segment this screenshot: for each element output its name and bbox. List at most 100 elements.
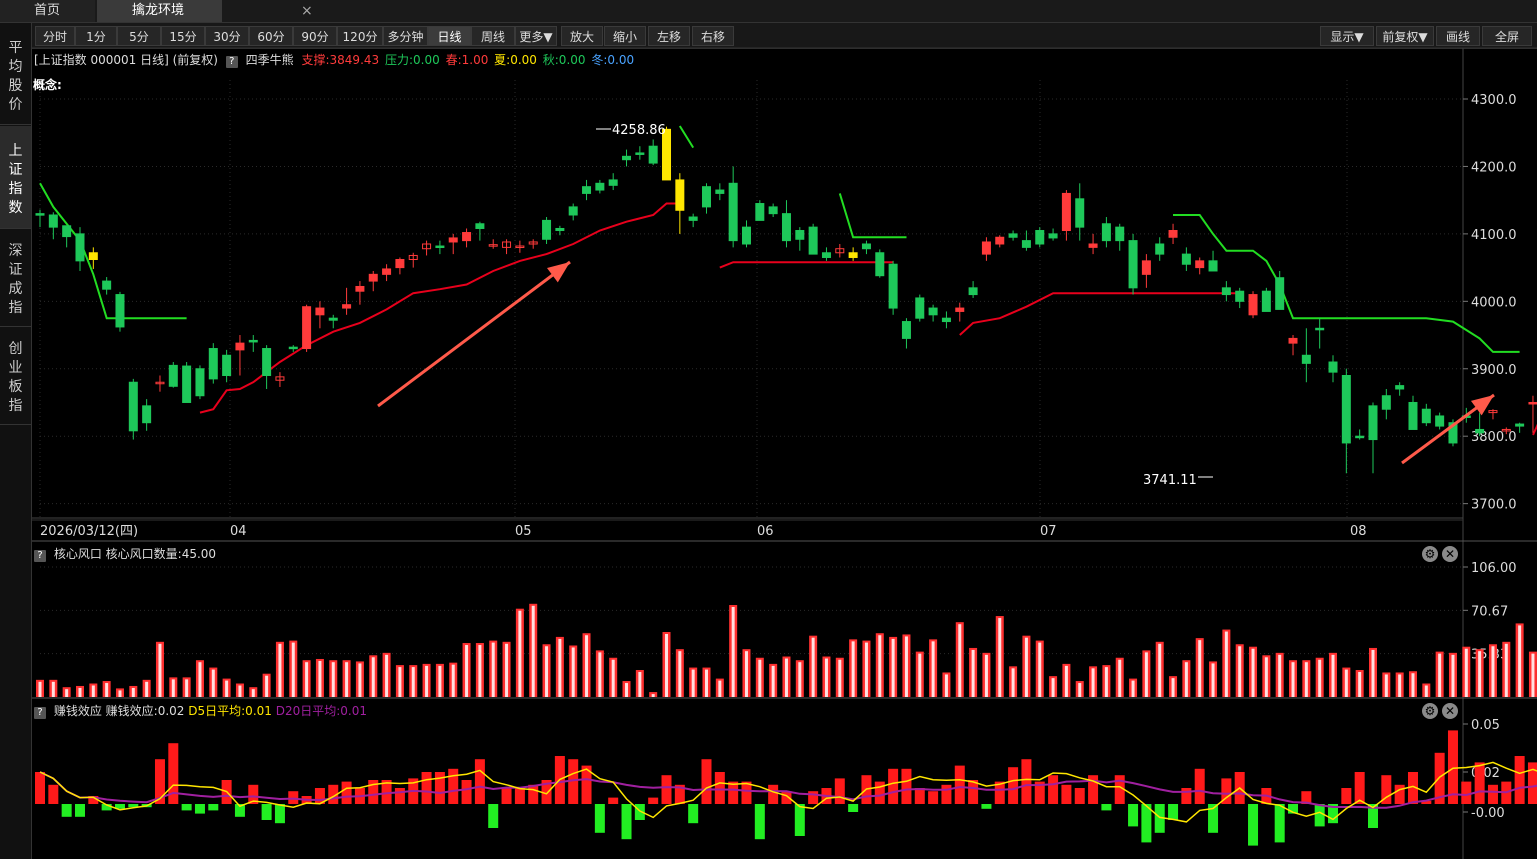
effect-bar <box>901 768 912 804</box>
candle-body <box>1208 260 1218 272</box>
candle-body <box>1315 327 1325 331</box>
effect-bar <box>261 804 272 820</box>
candle-body <box>1048 233 1058 239</box>
wind-bar-highlight <box>158 643 162 697</box>
effect-bar <box>808 791 819 804</box>
effect-bar <box>888 768 899 804</box>
wind-bar-highlight <box>1504 643 1508 697</box>
wind-bar-highlight <box>358 663 362 697</box>
wind-bar-highlight <box>451 664 455 697</box>
effect-bar <box>1248 804 1259 846</box>
wind-bar-highlight <box>651 694 655 697</box>
candle-body <box>1141 260 1151 275</box>
wind-bar-highlight <box>318 660 322 697</box>
candle-body <box>861 243 871 250</box>
effect-bar <box>1527 762 1537 804</box>
effect-bar <box>928 791 939 804</box>
effect-bar <box>701 759 712 804</box>
effect-bar <box>61 804 72 817</box>
effect-bar <box>208 804 219 811</box>
candle-body <box>1168 230 1178 238</box>
candle-body <box>222 354 232 377</box>
wind-bar-highlight <box>118 690 122 697</box>
candle-body <box>1181 253 1191 265</box>
candle-body <box>1515 423 1525 427</box>
wind-bar-highlight <box>1411 673 1415 697</box>
effect-bar <box>74 804 85 817</box>
effect-bar <box>914 788 925 804</box>
candle-body <box>755 203 765 221</box>
wind-bar-highlight <box>1304 662 1308 697</box>
wind-bar-highlight <box>478 645 482 697</box>
wind-bar-highlight <box>1451 654 1455 697</box>
candle-body <box>1155 243 1165 255</box>
candle-body <box>1341 375 1351 444</box>
wind-bar-highlight <box>1384 674 1388 697</box>
wind-bar-highlight <box>305 662 309 697</box>
candle-body <box>1115 226 1125 242</box>
low-annotation: 3741.11 <box>1143 473 1197 488</box>
high-annotation: 4258.86 <box>612 123 666 138</box>
wind-bar-highlight <box>904 636 908 697</box>
wind-bar-highlight <box>91 685 95 697</box>
wind-bar-highlight <box>1331 654 1335 697</box>
candle-body <box>1195 260 1205 269</box>
candle-body <box>35 213 45 216</box>
wind-bar-highlight <box>1238 646 1242 697</box>
wind-bar-highlight <box>891 638 895 697</box>
wind-bar-highlight <box>398 667 402 697</box>
effect-bar <box>501 788 512 804</box>
effect-bar <box>1074 788 1085 804</box>
candle-body <box>1021 240 1031 248</box>
y-tick-label: -0.00 <box>1471 806 1505 821</box>
candle-body <box>941 317 951 323</box>
wind-bar-highlight <box>625 683 629 697</box>
effect-bar <box>1128 804 1139 827</box>
x-tick-label: 04 <box>230 524 247 539</box>
wind-bar-highlight <box>918 653 922 697</box>
effect-bar <box>461 780 472 804</box>
candle-body <box>115 294 125 328</box>
wind-bar-highlight <box>425 665 429 697</box>
effect-bar <box>1447 730 1458 804</box>
x-tick-label: 08 <box>1350 524 1367 539</box>
wind-bar-highlight <box>171 679 175 697</box>
wind-bar-highlight <box>1078 683 1082 697</box>
candle-body <box>62 225 72 238</box>
wind-bar-highlight <box>1131 680 1135 697</box>
candle-body <box>622 155 632 161</box>
wind-bar-highlight <box>1144 652 1148 697</box>
candle-body <box>1355 435 1365 439</box>
candle-body <box>675 179 685 211</box>
wind-bar-highlight <box>1318 659 1322 697</box>
effect-bar <box>1487 784 1498 804</box>
wind-bar-highlight <box>438 665 442 697</box>
effect-bar <box>288 791 299 804</box>
effect-bar <box>421 772 432 804</box>
candle-body <box>1301 354 1311 364</box>
candle-body <box>1435 415 1445 427</box>
effect-bar <box>448 768 459 804</box>
wind-bar-highlight <box>1518 625 1522 697</box>
candle-body <box>1275 277 1285 310</box>
effect-bar <box>474 759 485 804</box>
effect-bar <box>1314 804 1325 827</box>
candle-body <box>75 233 85 262</box>
effect-bar <box>661 775 672 804</box>
candle-body <box>608 179 618 186</box>
candle-body <box>448 237 458 243</box>
candle-body <box>288 346 298 350</box>
wind-bar-highlight <box>851 641 855 697</box>
candle-body <box>48 214 58 228</box>
wind-bar-highlight <box>705 669 708 697</box>
wind-bar-highlight <box>558 638 562 697</box>
effect-bar <box>1048 775 1059 804</box>
candle-body <box>635 152 645 155</box>
wind-bar-highlight <box>1038 642 1042 697</box>
effect-bar <box>1394 784 1405 804</box>
x-tick-label: 05 <box>515 524 532 539</box>
candle-body <box>981 241 991 255</box>
wind-bar-highlight <box>238 685 242 697</box>
effect-bar <box>1354 772 1365 804</box>
effect-bar <box>941 784 952 804</box>
